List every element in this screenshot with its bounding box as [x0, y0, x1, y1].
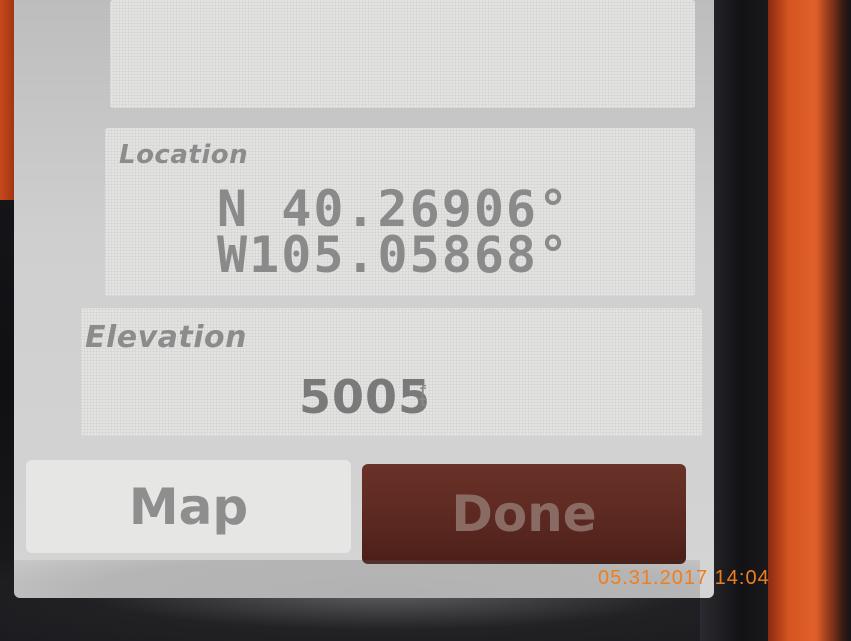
longitude-hemisphere: W	[217, 226, 250, 284]
location-panel: Location N 40.26906° W105.05868°	[105, 128, 695, 296]
longitude-readout: W105.05868°	[217, 226, 570, 284]
map-button[interactable]: Map	[26, 460, 351, 553]
longitude-value: 105.05868°	[249, 226, 571, 284]
screen-glare	[0, 560, 700, 641]
done-button[interactable]: Done	[362, 464, 686, 564]
blank-field-panel	[110, 0, 695, 108]
device-casing-shadow	[818, 0, 851, 641]
elevation-label: Elevation	[85, 320, 248, 355]
elevation-panel: Elevation 5005 ft	[81, 308, 702, 436]
gps-screen: Location N 40.26906° W105.05868° Elevati…	[14, 0, 714, 598]
location-label: Location	[119, 140, 249, 170]
elevation-value: 5005	[299, 370, 432, 424]
photo-timestamp: 05.31.2017 14:04	[598, 567, 770, 589]
elevation-unit: ft	[419, 384, 427, 410]
photo-frame: Location N 40.26906° W105.05868° Elevati…	[0, 0, 851, 641]
